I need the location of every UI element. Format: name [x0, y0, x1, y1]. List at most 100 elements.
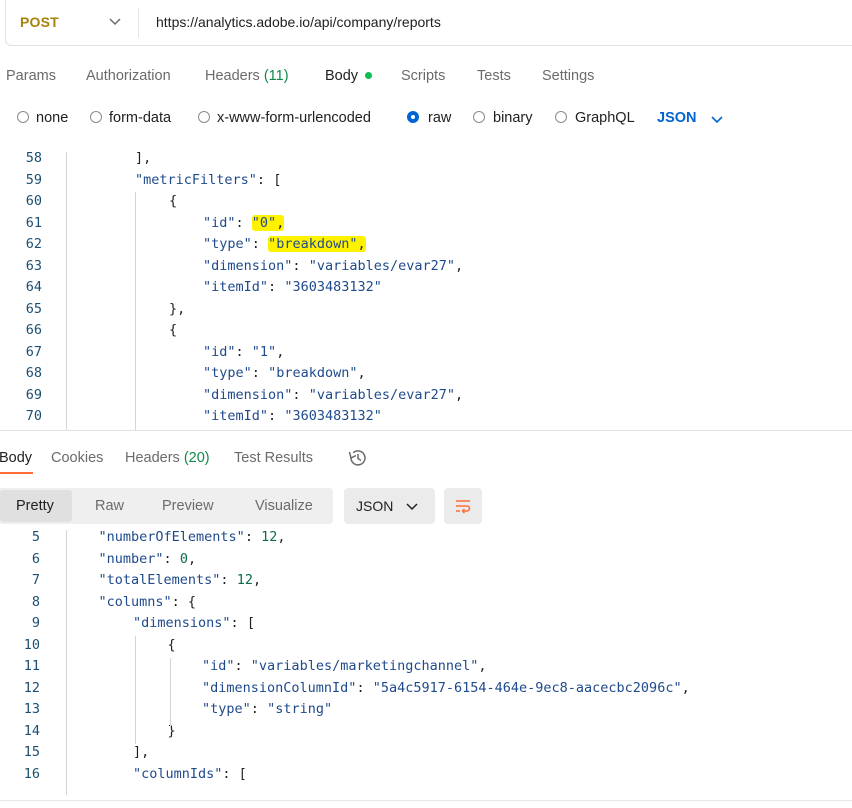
code-line: "itemId": "3603483132" — [203, 279, 382, 295]
resp-tab-test-results[interactable]: Test Results — [234, 450, 313, 466]
code-line: "id": "0", — [203, 214, 285, 231]
tab-headers-label: Headers — [205, 68, 260, 84]
radio-form-data-label[interactable]: form-data — [109, 110, 171, 126]
tab-headers-count: (11) — [263, 68, 289, 84]
radio-none[interactable] — [17, 111, 29, 123]
line-number: 10 — [23, 636, 40, 653]
code-line: "type": "string" — [202, 701, 333, 717]
method-select[interactable]: POST — [20, 14, 59, 30]
line-number: 8 — [31, 593, 40, 610]
code-line: { — [169, 322, 178, 338]
indent-guide — [135, 636, 136, 744]
radio-binary-label[interactable]: binary — [493, 110, 533, 126]
line-number: 58 — [25, 150, 42, 166]
line-number: 12 — [23, 679, 40, 696]
view-preview[interactable]: Preview — [162, 498, 214, 514]
tab-tests[interactable]: Tests — [477, 68, 511, 84]
chevron-down-icon[interactable] — [108, 14, 122, 28]
highlighted-value: "breakdown", — [268, 236, 366, 252]
view-pretty[interactable]: Pretty — [16, 498, 54, 514]
history-icon[interactable] — [346, 448, 368, 468]
line-number: 60 — [25, 193, 42, 209]
code-line: ], — [135, 150, 152, 166]
line-number: 67 — [25, 343, 42, 360]
url-bar: POST https://analytics.adobe.io/api/comp… — [5, 0, 852, 46]
line-number: 65 — [25, 300, 42, 317]
wrap-lines-button[interactable] — [444, 488, 482, 524]
line-number: 15 — [23, 744, 40, 760]
code-line: "metricFilters": [ — [135, 171, 282, 188]
code-line: "dimensionColumnId": "5a4c5917-6154-464e… — [202, 679, 690, 696]
resp-tab-headers-count: (20) — [183, 450, 210, 466]
wrap-lines-icon — [456, 500, 471, 514]
line-number: 68 — [25, 365, 42, 381]
line-number: 59 — [25, 171, 42, 188]
body-active-dot — [365, 72, 372, 79]
code-line: "number": 0, — [98, 550, 197, 567]
tab-settings[interactable]: Settings — [542, 68, 594, 84]
divider — [138, 8, 139, 38]
indent-guide — [66, 530, 67, 795]
radio-binary[interactable] — [473, 111, 485, 123]
code-line: { — [167, 636, 176, 653]
view-raw[interactable]: Raw — [95, 498, 124, 514]
code-line: ], — [133, 744, 150, 760]
code-line: "type": "breakdown", — [203, 365, 366, 381]
code-line: "id": "variables/marketingchannel", — [202, 658, 487, 674]
language-select[interactable]: JSON — [657, 110, 697, 126]
indent-guide — [66, 152, 67, 430]
line-number: 61 — [25, 214, 42, 231]
response-format-label[interactable]: JSON — [356, 498, 393, 514]
resp-tab-headers-label: Headers — [125, 450, 180, 466]
indent-guide — [170, 658, 171, 728]
chevron-down-icon[interactable] — [710, 112, 724, 126]
tab-headers[interactable]: Headers (11) — [205, 68, 289, 84]
radio-urlencoded[interactable] — [198, 111, 210, 123]
tab-body[interactable]: Body — [325, 68, 358, 84]
line-number: 6 — [31, 550, 40, 567]
code-line: }, — [169, 300, 186, 317]
bottom-divider — [0, 800, 852, 801]
resp-tab-headers[interactable]: Headers (20) — [125, 450, 210, 466]
radio-raw-label[interactable]: raw — [428, 110, 451, 126]
code-line: "columns": { — [98, 593, 197, 610]
line-number: 62 — [25, 236, 42, 252]
line-number: 9 — [31, 615, 40, 631]
line-number: 66 — [25, 322, 42, 338]
response-divider — [0, 430, 852, 431]
line-number: 69 — [25, 386, 42, 403]
line-number: 70 — [25, 408, 42, 424]
view-visualize[interactable]: Visualize — [255, 498, 313, 514]
code-line: "id": "1", — [203, 343, 285, 360]
code-line: "dimensions": [ — [133, 615, 255, 631]
url-input[interactable]: https://analytics.adobe.io/api/company/r… — [156, 14, 441, 30]
radio-graphql-label[interactable]: GraphQL — [575, 110, 635, 126]
resp-tab-body[interactable]: Body — [0, 450, 32, 466]
radio-raw[interactable] — [407, 111, 419, 123]
radio-none-label[interactable]: none — [36, 110, 68, 126]
tab-authorization[interactable]: Authorization — [86, 68, 171, 84]
code-line: "itemId": "3603483132" — [203, 408, 382, 424]
line-number: 64 — [25, 279, 42, 295]
chevron-down-icon[interactable] — [405, 499, 419, 513]
radio-urlencoded-label[interactable]: x-www-form-urlencoded — [217, 110, 371, 126]
code-line: "dimension": "variables/evar27", — [203, 386, 464, 403]
indent-guide — [135, 192, 136, 430]
code-line: "dimension": "variables/evar27", — [203, 257, 464, 274]
radio-graphql[interactable] — [555, 111, 567, 123]
highlighted-value: "0", — [251, 214, 285, 231]
code-line: { — [169, 193, 178, 209]
radio-form-data[interactable] — [90, 111, 102, 123]
code-line: } — [167, 722, 176, 739]
line-number: 7 — [31, 572, 40, 588]
code-line: "numberOfElements": 12, — [98, 529, 286, 545]
line-number: 16 — [23, 765, 40, 782]
line-number: 5 — [31, 529, 40, 545]
code-line: "totalElements": 12, — [98, 572, 262, 588]
code-line: "type": "breakdown", — [203, 236, 366, 252]
tab-scripts[interactable]: Scripts — [401, 68, 445, 84]
line-number: 13 — [23, 701, 40, 717]
code-line: "columnIds": [ — [133, 765, 247, 782]
resp-tab-cookies[interactable]: Cookies — [51, 450, 103, 466]
tab-params[interactable]: Params — [6, 68, 56, 84]
